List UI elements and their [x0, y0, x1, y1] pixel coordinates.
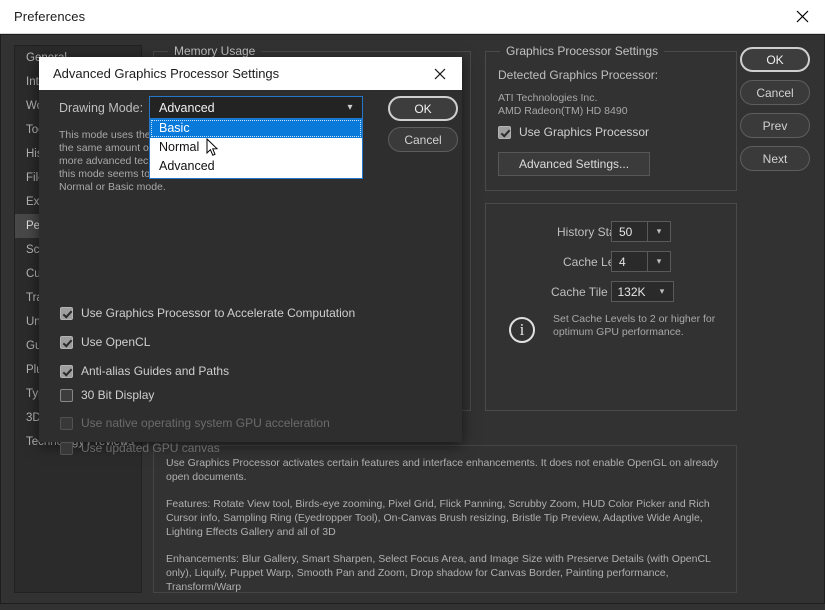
modal-titlebar: Advanced Graphics Processor Settings: [39, 57, 462, 90]
option-use-opencl-checkbox[interactable]: Use OpenCL: [60, 335, 150, 349]
use-graphics-processor-checkbox[interactable]: Use Graphics Processor: [498, 125, 649, 139]
advanced-settings-button[interactable]: Advanced Settings...: [498, 152, 650, 176]
cache-info-line2: optimum GPU performance.: [553, 326, 684, 338]
checkbox-label: 30 Bit Display: [81, 388, 155, 402]
close-icon[interactable]: [420, 57, 460, 90]
mode-description-line-3: more advanced tech: [59, 155, 155, 167]
checkbox-box: [498, 125, 511, 139]
drawing-mode-value: Advanced: [159, 100, 215, 115]
option-30-bit-display-checkbox[interactable]: 30 Bit Display: [60, 388, 154, 402]
window-title: Preferences: [14, 9, 86, 24]
drawing-mode-option-basic[interactable]: Basic: [150, 119, 362, 138]
dialog-button-column: OK Cancel Prev Next: [740, 47, 812, 179]
detected-gpu-label: Detected Graphics Processor:: [498, 68, 659, 82]
checkbox-box: [60, 441, 73, 455]
modal-title: Advanced Graphics Processor Settings: [53, 66, 280, 81]
prev-button[interactable]: Prev: [740, 113, 810, 138]
chevron-down-icon[interactable]: ▾: [647, 252, 670, 271]
window-titlebar: Preferences: [0, 0, 825, 34]
drawing-mode-options-list[interactable]: Basic Normal Advanced: [149, 119, 363, 179]
cache-levels-stepper[interactable]: 4 ▾: [611, 251, 671, 272]
checkbox-box: [60, 416, 73, 430]
description-paragraph-3: Enhancements: Blur Gallery, Smart Sharpe…: [166, 553, 711, 593]
modal-body: Drawing Mode: This mode uses the the sam…: [39, 90, 462, 455]
cancel-button[interactable]: Cancel: [740, 80, 810, 105]
gpu-vendor: ATI Technologies Inc.: [498, 92, 598, 104]
close-icon[interactable]: [779, 0, 825, 33]
drawing-mode-option-normal[interactable]: Normal: [150, 138, 362, 157]
option-accelerate-computation-checkbox[interactable]: Use Graphics Processor to Accelerate Com…: [60, 306, 355, 320]
checkbox-box: [60, 335, 73, 349]
cache-levels-value: 4: [619, 254, 626, 269]
modal-cancel-button[interactable]: Cancel: [388, 127, 458, 152]
cache-info-line1: Set Cache Levels to 2 or higher for: [553, 313, 716, 325]
next-button[interactable]: Next: [740, 146, 810, 171]
cache-tile-size-select[interactable]: 132K ▾: [611, 281, 674, 302]
cache-tile-size-value: 132K: [617, 284, 646, 299]
graphics-processor-group: Graphics Processor Settings Detected Gra…: [485, 44, 737, 191]
checkbox-label: Anti-alias Guides and Paths: [81, 364, 230, 378]
ok-button[interactable]: OK: [740, 47, 810, 72]
drawing-mode-label: Drawing Mode:: [59, 101, 144, 115]
option-native-os-gpu-acceleration-checkbox: Use native operating system GPU accelera…: [60, 416, 330, 430]
info-icon: i: [509, 317, 535, 343]
drawing-mode-select[interactable]: Advanced ▾: [149, 96, 363, 119]
checkbox-label: Use updated GPU canvas: [81, 441, 220, 455]
mode-description-line-1: This mode uses the: [59, 129, 151, 141]
history-states-stepper[interactable]: 50 ▾: [611, 221, 671, 242]
checkbox-box: [60, 306, 73, 320]
option-anti-alias-guides-checkbox[interactable]: Anti-alias Guides and Paths: [60, 364, 229, 378]
mode-description-line-5: Normal or Basic mode.: [59, 181, 166, 193]
drawing-mode-option-advanced[interactable]: Advanced: [150, 157, 362, 176]
mode-description-line-2: the same amount of: [59, 142, 152, 154]
graphics-processor-legend: Graphics Processor Settings: [500, 44, 665, 58]
advanced-graphics-processor-dialog: Advanced Graphics Processor Settings Dra…: [39, 57, 462, 455]
checkbox-box: [60, 364, 73, 378]
checkbox-label: Use Graphics Processor: [519, 125, 650, 139]
description-paragraph-2: Features: Rotate View tool, Birds-eye zo…: [166, 498, 710, 538]
chevron-down-icon[interactable]: ▾: [651, 282, 673, 301]
checkbox-label: Use Graphics Processor to Accelerate Com…: [81, 306, 356, 320]
description-panel: Use Graphics Processor activates certain…: [153, 445, 737, 593]
preferences-window: Preferences General Interface Workspace …: [0, 0, 825, 610]
checkbox-label: Use native operating system GPU accelera…: [81, 416, 330, 430]
history-states-value: 50: [619, 224, 633, 239]
chevron-down-icon[interactable]: ▾: [647, 222, 670, 241]
checkbox-box: [60, 388, 73, 402]
description-paragraph-1: Use Graphics Processor activates certain…: [166, 457, 719, 483]
modal-ok-button[interactable]: OK: [388, 96, 458, 121]
option-updated-gpu-canvas-checkbox: Use updated GPU canvas: [60, 441, 220, 455]
memory-usage-legend: Memory Usage: [168, 44, 262, 58]
mode-description-line-4: this mode seems to: [59, 168, 151, 180]
gpu-model: AMD Radeon(TM) HD 8490: [498, 105, 628, 117]
chevron-down-icon[interactable]: ▾: [338, 102, 362, 113]
checkbox-label: Use OpenCL: [81, 335, 151, 349]
